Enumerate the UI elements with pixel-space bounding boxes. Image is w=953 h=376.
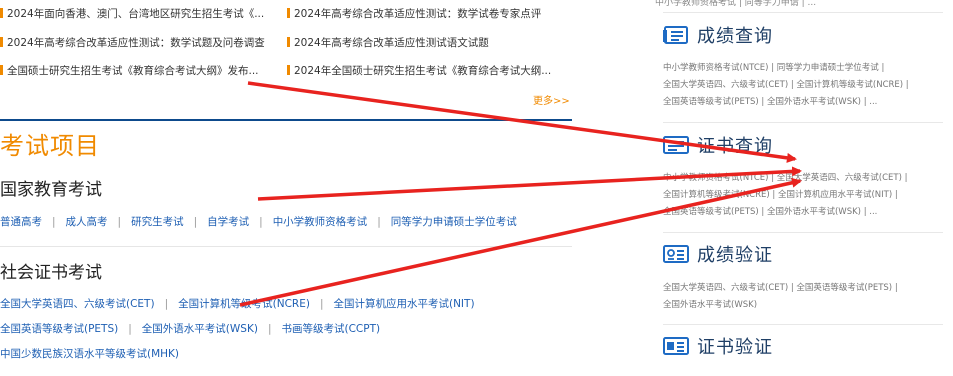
social-exam-links-row: 全国英语等级考试(PETS) | 全国外语水平考试(WSK) | 书画等级考试(CCPT… xyxy=(0,322,380,336)
news-item[interactable]: 2024年高考综合改革适应性测试：数学试题及问卷调查 xyxy=(0,35,287,51)
separator: | xyxy=(267,323,272,335)
news-item[interactable]: 2024年高考综合改革适应性测试语文试题 xyxy=(287,35,575,51)
link-cet[interactable]: 全国大学英语四、六级考试(CET) xyxy=(0,298,155,310)
link-wsk[interactable]: 全国外语水平考试(WSK) xyxy=(142,323,258,335)
social-exam-links-row: 全国大学英语四、六级考试(CET) | 全国计算机等级考试(NCRE) | 全国计算机应… xyxy=(0,297,475,311)
link-adult-exam[interactable]: 成人高考 xyxy=(66,216,108,228)
card-score-query[interactable]: 成绩查询 xyxy=(663,23,773,47)
card-link-line[interactable]: 全国外语水平考试(WSK) xyxy=(663,297,948,314)
card-title[interactable]: 成绩验证 xyxy=(697,241,773,267)
divider xyxy=(663,12,943,13)
divider xyxy=(663,122,943,123)
bullet-marker xyxy=(0,65,3,75)
divider xyxy=(663,324,943,325)
news-item-title[interactable]: 2024年高考综合改革适应性测试：数学试题及问卷调查 xyxy=(7,37,265,49)
card-title[interactable]: 证书验证 xyxy=(697,333,773,359)
news-item-title[interactable]: 2024年面向香港、澳门、台湾地区研究生招生考试《... xyxy=(7,8,264,20)
card-links: 全国大学英语四、六级考试(CET) | 全国英语等级考试(PETS) | 全国外… xyxy=(663,280,948,314)
score-verify-icon xyxy=(663,244,689,264)
card-link-line[interactable]: 中小学教师资格考试(NTCE) | 同等学力申请硕士学位考试 | xyxy=(663,60,948,77)
card-certificate-query[interactable]: 证书查询 xyxy=(663,133,773,157)
news-item-title[interactable]: 全国硕士研究生招生考试《教育综合考试大纲》发布... xyxy=(7,65,259,77)
card-link-line[interactable]: 全国大学英语四、六级考试(CET) | 全国英语等级考试(PETS) | xyxy=(663,280,948,297)
section-divider xyxy=(0,119,572,121)
card-link-line[interactable]: 全国大学英语四、六级考试(CET) | 全国计算机等级考试(NCRE) | xyxy=(663,77,948,94)
separator: | xyxy=(52,216,56,228)
exam-section-title: 考试项目 xyxy=(0,132,100,160)
card-link-line[interactable]: 全国英语等级考试(PETS) | 全国外语水平考试(WSK) | ... xyxy=(663,204,948,221)
separator: | xyxy=(164,298,169,310)
bullet-marker xyxy=(0,8,3,18)
separator: | xyxy=(128,323,132,335)
bullet-marker xyxy=(287,65,290,75)
news-item[interactable]: 2024年全国硕士研究生招生考试《教育综合考试大纲... xyxy=(287,63,575,79)
divider xyxy=(663,232,943,233)
separator: | xyxy=(259,216,263,228)
news-item-title[interactable]: 2024年高考综合改革适应性测试语文试题 xyxy=(294,37,489,49)
card-link-line[interactable]: 全国英语等级考试(PETS) | 全国外语水平考试(WSK) | ... xyxy=(663,94,948,111)
score-query-icon xyxy=(663,25,689,45)
link-teacher-cert-exam[interactable]: 中小学教师资格考试 xyxy=(273,216,368,228)
card-title[interactable]: 证书查询 xyxy=(697,132,773,158)
certificate-query-icon xyxy=(663,135,689,155)
link-self-study-exam[interactable]: 自学考试 xyxy=(207,216,249,228)
divider xyxy=(0,246,572,247)
more-link[interactable]: 更多>> xyxy=(533,92,570,107)
bullet-marker xyxy=(287,8,290,18)
news-item[interactable]: 2024年面向香港、澳门、台湾地区研究生招生考试《... xyxy=(0,6,287,22)
link-ccpt[interactable]: 书画等级考试(CCPT) xyxy=(281,323,380,335)
social-exam-links-row: 中国少数民族汉语水平等级考试(MHK) xyxy=(0,347,179,361)
card-link-line[interactable]: 中小学教师资格考试(NTCE) | 全国大学英语四、六级考试(CET) | xyxy=(663,170,948,187)
separator: | xyxy=(193,216,198,228)
news-item-title[interactable]: 2024年全国硕士研究生招生考试《教育综合考试大纲... xyxy=(294,65,551,77)
card-links: 中小学教师资格考试(NTCE) | 全国大学英语四、六级考试(CET) | 全国… xyxy=(663,170,948,221)
card-certificate-verify[interactable]: 证书验证 xyxy=(663,334,773,358)
link-nit[interactable]: 全国计算机应用水平考试(NIT) xyxy=(333,298,474,310)
news-item-title[interactable]: 2024年高考综合改革适应性测试：数学试卷专家点评 xyxy=(294,8,541,20)
social-exam-title: 社会证书考试 xyxy=(0,263,102,283)
national-exam-links: 普通高考 | 成人高考 | 研究生考试 | 自学考试 | 中小学教师资格考试 | 同等学力申请硕士学… xyxy=(0,215,517,229)
left-column: 2024年面向香港、澳门、台湾地区研究生招生考试《... 2024年高考综合改革… xyxy=(0,0,575,376)
link-graduate-exam[interactable]: 研究生考试 xyxy=(131,216,184,228)
link-pets[interactable]: 全国英语等级考试(PETS) xyxy=(0,323,118,335)
card-link-line[interactable]: 全国计算机等级考试(NCRE) | 全国计算机应用水平考试(NIT) | xyxy=(663,187,948,204)
separator: | xyxy=(117,216,122,228)
national-exam-title: 国家教育考试 xyxy=(0,180,102,200)
news-item[interactable]: 2024年高考综合改革适应性测试：数学试卷专家点评 xyxy=(287,6,575,22)
card-score-verify[interactable]: 成绩验证 xyxy=(663,242,773,266)
link-master-degree-exam[interactable]: 同等学力申请硕士学位考试 xyxy=(391,216,517,228)
card-links: 中小学教师资格考试(NTCE) | 同等学力申请硕士学位考试 | 全国大学英语四… xyxy=(663,60,948,111)
link-gaokao[interactable]: 普通高考 xyxy=(0,216,42,228)
link-ncre[interactable]: 全国计算机等级考试(NCRE) xyxy=(178,298,310,310)
link-mhk[interactable]: 中国少数民族汉语水平等级考试(MHK) xyxy=(0,348,179,360)
separator: | xyxy=(377,216,381,228)
certificate-verify-icon xyxy=(663,336,689,356)
separator: | xyxy=(319,298,324,310)
bullet-marker xyxy=(287,37,290,47)
sidebar-top-cut-text: 中小学教师资格考试 | 同等学力申请 | ... xyxy=(655,0,817,8)
bullet-marker xyxy=(0,37,3,47)
card-title[interactable]: 成绩查询 xyxy=(697,22,773,48)
right-sidebar: 中小学教师资格考试 | 同等学力申请 | ... 成绩查询 中小学教师资格考试(… xyxy=(655,0,953,376)
news-item[interactable]: 全国硕士研究生招生考试《教育综合考试大纲》发布... xyxy=(0,63,287,79)
